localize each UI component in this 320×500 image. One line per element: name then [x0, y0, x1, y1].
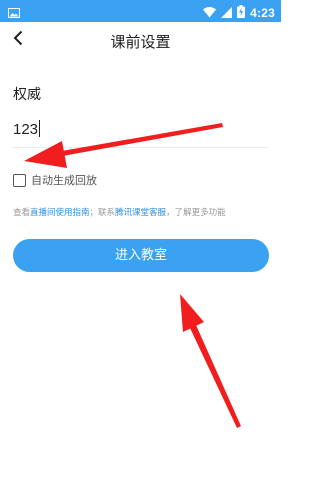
live-room-guide-link[interactable]: 直播间使用指南 — [30, 208, 90, 218]
text-caret — [39, 120, 41, 137]
info-middle: ；联系 — [89, 208, 116, 218]
wifi-icon — [203, 3, 217, 22]
customer-service-link[interactable]: 腾讯课堂客服 — [115, 208, 166, 218]
status-bar: 4:23 — [0, 0, 281, 22]
annotation-arrow-button — [190, 325, 241, 428]
password-input-value: 123 — [13, 121, 39, 138]
page-title: 课前设置 — [110, 33, 171, 51]
info-suffix: ，了解更多功能 — [166, 208, 226, 218]
info-text: 查看直播间使用指南；联系腾讯课堂客服，了解更多功能 — [13, 206, 226, 218]
auto-replay-option[interactable]: 自动生成回放 — [13, 172, 97, 188]
status-time: 4:23 — [250, 5, 275, 20]
annotation-arrowhead-button — [180, 294, 204, 332]
classroom-name-label: 权威 — [13, 87, 41, 103]
auto-replay-label: 自动生成回放 — [31, 174, 97, 187]
auto-replay-checkbox[interactable] — [13, 173, 26, 187]
battery-charging-icon — [237, 3, 246, 22]
password-input[interactable]: 123 — [13, 116, 269, 148]
gallery-notification-icon — [8, 4, 20, 18]
enter-classroom-button[interactable]: 进入教室 — [13, 239, 269, 272]
info-prefix: 查看 — [13, 208, 31, 218]
header: 课前设置 — [0, 22, 281, 59]
cellular-signal-icon — [221, 3, 233, 22]
